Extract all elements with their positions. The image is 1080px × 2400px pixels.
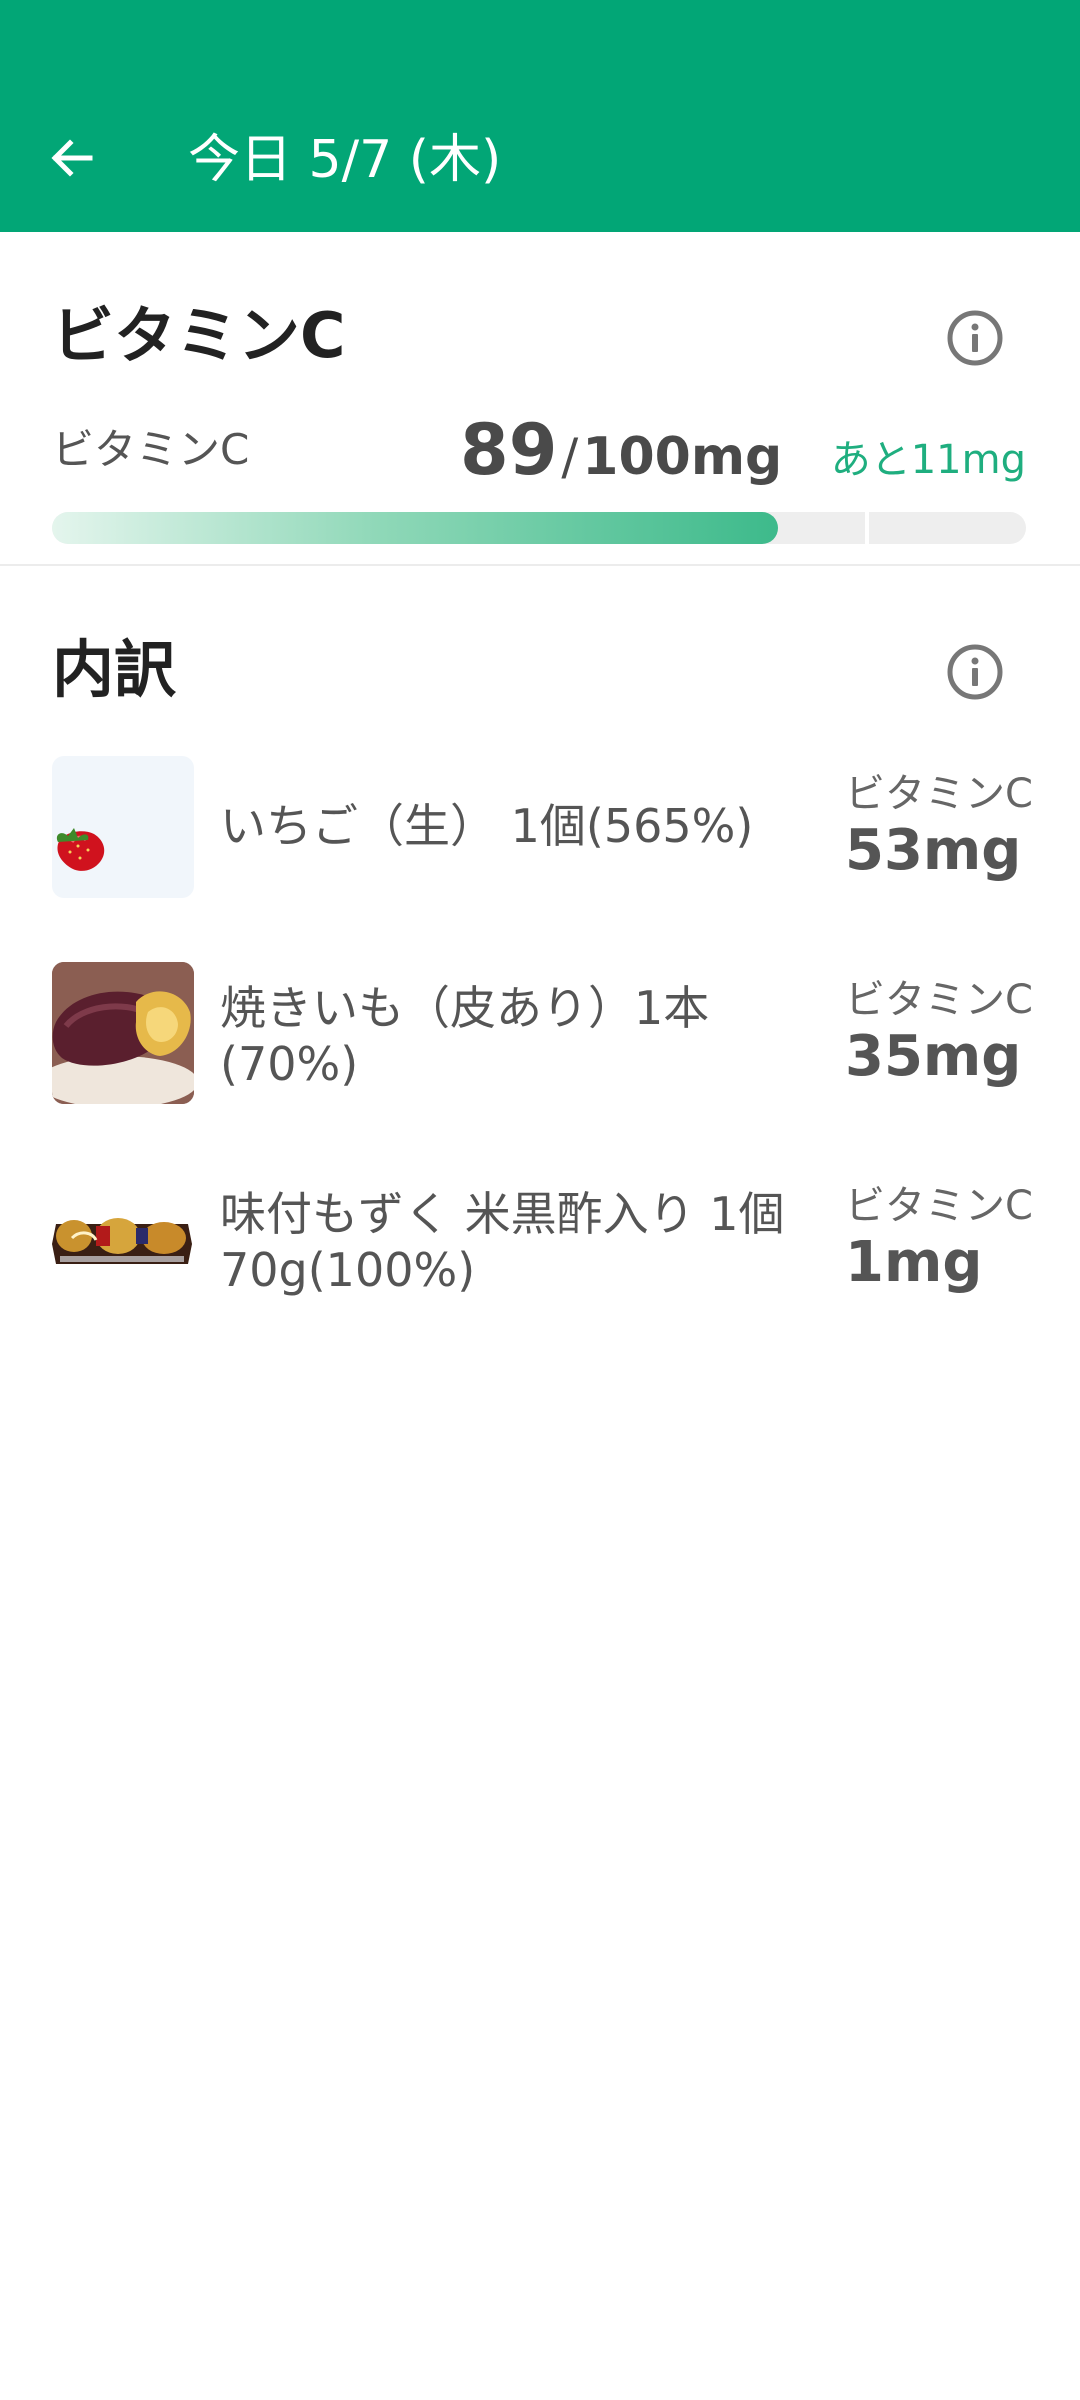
- food-nutrient-value: 35mg: [845, 1024, 1022, 1089]
- food-nutrient-value: 53mg: [845, 818, 1022, 883]
- target-amount: 100mg: [582, 427, 783, 487]
- info-icon: [947, 310, 1003, 366]
- info-icon: [947, 644, 1003, 700]
- food-nutrient-label: ビタミンC: [845, 1183, 1033, 1229]
- progress-target-marker: [865, 512, 869, 544]
- back-button[interactable]: [32, 118, 112, 198]
- intake-amount: 89/100mg: [460, 405, 782, 495]
- amount-separator: /: [561, 428, 579, 486]
- food-nutrient-label: ビタミンC: [845, 771, 1033, 817]
- sweet-potato-image: [52, 962, 194, 1104]
- nutrient-info-button[interactable]: [945, 308, 1005, 368]
- app-bar: 今日 5/7 (木): [0, 0, 1080, 232]
- remaining-amount: あと11mg: [830, 437, 1026, 483]
- food-name: いちご（生） 1個(565%): [220, 799, 754, 853]
- strawberry-image: [52, 756, 194, 898]
- current-amount: 89: [460, 409, 558, 491]
- mozuku-package-image: [52, 1168, 194, 1310]
- food-item-row[interactable]: 焼きいも（皮あり）1本(70%) ビタミンC 35mg: [0, 962, 1080, 1112]
- food-nutrient-label: ビタミンC: [845, 977, 1033, 1023]
- food-item-row[interactable]: いちご（生） 1個(565%) ビタミンC 53mg: [0, 756, 1080, 906]
- nutrient-title: ビタミンC: [52, 299, 346, 372]
- food-nutrient-value: 1mg: [845, 1230, 983, 1295]
- food-name: 焼きいも（皮あり）1本(70%): [220, 981, 710, 1091]
- section-divider: [0, 564, 1080, 566]
- page-title: 今日 5/7 (木): [188, 130, 502, 190]
- food-name: 味付もずく 米黒酢入り 1個70g(100%): [220, 1187, 785, 1297]
- arrow-left-icon: [51, 139, 93, 177]
- progress-fill: [52, 512, 778, 544]
- nutrient-label: ビタミンC: [52, 425, 250, 474]
- breakdown-title: 内訳: [52, 633, 177, 706]
- food-item-row[interactable]: 味付もずく 米黒酢入り 1個70g(100%) ビタミンC 1mg: [0, 1168, 1080, 1318]
- progress-bar: [52, 512, 1026, 544]
- breakdown-info-button[interactable]: [945, 642, 1005, 702]
